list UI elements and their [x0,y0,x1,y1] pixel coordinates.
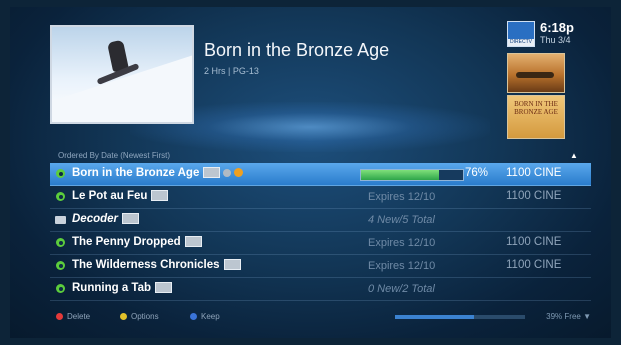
hd-icon [122,213,140,225]
disk-space-bar [395,315,525,319]
hd-icon [223,259,241,271]
clock-date: Thu 3/4 [540,35,571,45]
status-text: Expires 12/10 [368,260,436,272]
thumbnail-ship[interactable] [507,53,565,93]
list-item[interactable]: Running a Tab 0 New/2 Total [50,278,591,301]
list-item-title: Born in the Bronze Age [72,167,244,179]
recording-icon [56,238,65,247]
status-text: Expires 12/10 [368,191,436,203]
footer-bar: Delete Options Keep 39% Free ▼ [50,309,591,323]
channel-label: 1100 CINE [506,167,562,179]
recording-icon [56,169,65,178]
blue-button-icon [190,313,197,320]
scroll-up-arrow-icon[interactable]: ▲ [570,151,578,160]
recording-icon [56,192,65,201]
list-item-title: Le Pot au Feu [72,190,169,202]
clock-time: 6:18p [540,20,574,35]
sort-label: Ordered By Date (Newest First) [58,151,171,160]
recording-icon [56,284,65,293]
program-poster [50,25,194,124]
progress-percent: 76% [465,167,489,179]
disk-free-label: 39% Free ▼ [546,312,591,321]
channel-label: 1100 CINE [506,190,562,202]
recordings-list: Born in the Bronze Age 76% 1100 CINE Le … [50,163,591,301]
list-item[interactable]: Decoder 4 New/5 Total [50,209,591,232]
program-meta: 2 Hrs | PG-13 [204,66,259,76]
red-button-icon [56,313,63,320]
hd-icon [203,167,221,179]
recording-icon [56,261,65,270]
yellow-button-icon [120,313,127,320]
options-hint[interactable]: Options [120,312,159,321]
list-item-title: Decoder [72,213,140,225]
directv-logo: DIRECTV [507,21,535,47]
list-item[interactable]: The Wilderness Chronicles Expires 12/10 … [50,255,591,278]
info-icon [223,168,232,177]
channel-label: 1100 CINE [506,259,562,271]
list-item[interactable]: The Penny Dropped Expires 12/10 1100 CIN… [50,232,591,255]
hd-icon [184,236,202,248]
list-item-title: Running a Tab [72,282,173,294]
status-text: 4 New/5 Total [368,214,435,226]
tv-frame: Born in the Bronze Age 2 Hrs | PG-13 DIR… [0,0,621,345]
watch-progress-bar [360,169,464,181]
list-item[interactable]: Born in the Bronze Age 76% 1100 CINE [50,163,591,186]
delete-hint[interactable]: Delete [56,312,90,321]
hd-icon [151,190,169,202]
keep-hint[interactable]: Keep [190,312,220,321]
status-text: 0 New/2 Total [368,283,435,295]
program-title: Born in the Bronze Age [204,40,390,60]
keep-icon [234,168,244,178]
status-text: Expires 12/10 [368,237,436,249]
list-item[interactable]: Le Pot au Feu Expires 12/10 1100 CINE [50,186,591,209]
hd-icon [155,282,173,294]
ship-shape [516,72,554,78]
thumbnail-born-in-bronze-age[interactable]: BORN IN THE BRONZE AGE [507,95,565,139]
list-item-title: The Penny Dropped [72,236,202,248]
playlist-screen: Born in the Bronze Age 2 Hrs | PG-13 DIR… [10,7,611,338]
channel-label: 1100 CINE [506,236,562,248]
list-item-title: The Wilderness Chronicles [72,259,241,271]
folder-icon [55,216,66,224]
scroll-down-arrow-icon[interactable]: ▼ [583,312,591,321]
